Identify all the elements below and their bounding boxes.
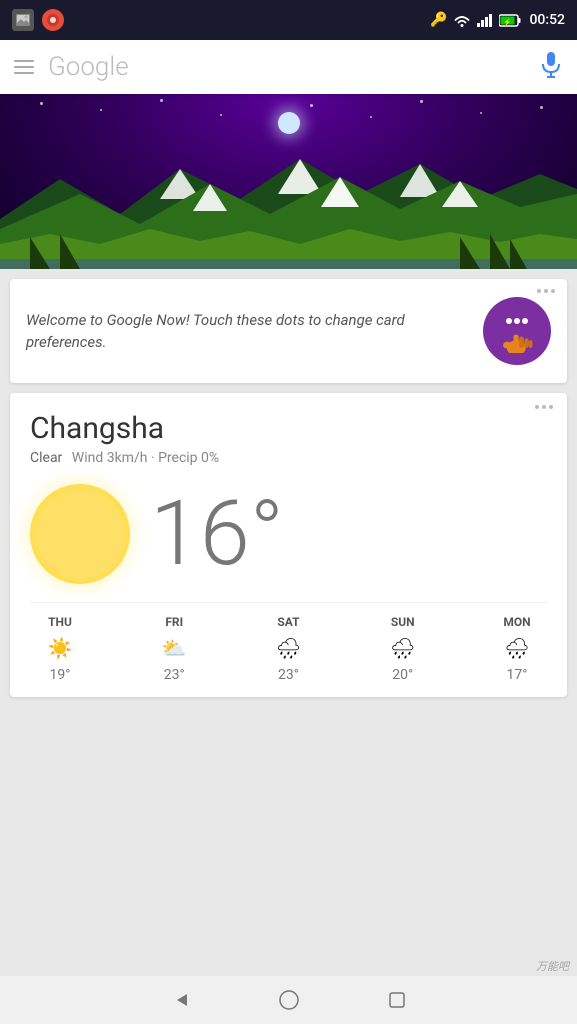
weather-subtitle: Clear Wind 3km/h · Precip 0%	[30, 450, 547, 466]
signal-icon	[477, 13, 493, 27]
weather-main: 16°	[30, 484, 547, 584]
forecast-sat-day: SAT	[277, 615, 299, 629]
weather-temperature: 16°	[150, 489, 284, 579]
forecast-fri-temp: 23°	[164, 667, 185, 683]
forecast-mon: MON 🌧 17°	[487, 615, 547, 683]
google-logo[interactable]: Google	[48, 52, 525, 82]
forecast-thu: THU ☀️ 19°	[30, 615, 90, 683]
svg-text:⚡: ⚡	[503, 17, 512, 26]
weather-city: Changsha	[30, 411, 547, 446]
forecast-mon-day: MON	[503, 615, 530, 629]
welcome-card-menu[interactable]	[537, 289, 555, 293]
forecast-sat-icon: 🌧	[276, 635, 301, 661]
weather-separator: ·	[151, 450, 158, 466]
status-bar-left	[12, 9, 64, 31]
weather-forecast: THU ☀️ 19° FRI ⛅ 23° SAT 🌧 23° SUN 🌧 20°	[30, 602, 547, 683]
forecast-sun-icon: 🌧	[390, 635, 415, 661]
forecast-fri-day: FRI	[165, 615, 183, 629]
recents-button[interactable]	[383, 986, 411, 1014]
gallery-icon	[12, 9, 34, 31]
content-area: Welcome to Google Now! Touch these dots …	[0, 269, 577, 707]
weather-condition: Clear	[30, 450, 62, 466]
mountains-svg	[0, 129, 577, 269]
status-bar: 🔑 ⚡ 00:52	[0, 0, 577, 40]
hero-banner	[0, 94, 577, 269]
nav-bar	[0, 976, 577, 1024]
forecast-mon-temp: 17°	[507, 667, 528, 683]
home-button[interactable]	[275, 986, 303, 1014]
forecast-thu-day: THU	[48, 615, 72, 629]
weather-precip: Precip 0%	[158, 450, 219, 466]
back-button[interactable]	[167, 986, 195, 1014]
forecast-sat-temp: 23°	[278, 667, 299, 683]
forecast-sun-temp: 20°	[392, 667, 413, 683]
weather-wind: Wind 3km/h	[72, 450, 148, 466]
key-icon: 🔑	[430, 12, 447, 28]
welcome-text: Welcome to Google Now! Touch these dots …	[26, 309, 469, 354]
hamburger-icon[interactable]	[14, 60, 34, 74]
forecast-sun-day: SUN	[391, 615, 415, 629]
status-bar-right: 🔑 ⚡ 00:52	[430, 12, 565, 28]
status-time: 00:52	[529, 12, 565, 28]
search-bar: Google	[0, 40, 577, 94]
wifi-icon	[453, 13, 471, 27]
sun-icon	[30, 484, 130, 584]
forecast-fri: FRI ⛅ 23°	[144, 615, 204, 683]
touch-dots-icon[interactable]	[483, 297, 551, 365]
forecast-sat: SAT 🌧 23°	[259, 615, 319, 683]
forecast-sun: SUN 🌧 20°	[373, 615, 433, 683]
watermark: 万能吧	[536, 958, 569, 974]
forecast-fri-icon: ⛅	[162, 635, 187, 661]
weather-card-menu[interactable]	[535, 405, 553, 409]
welcome-card: Welcome to Google Now! Touch these dots …	[10, 279, 567, 383]
forecast-mon-icon: 🌧	[504, 635, 529, 661]
weather-card: Changsha Clear Wind 3km/h · Precip 0% 16…	[10, 393, 567, 697]
forecast-thu-temp: 19°	[50, 667, 71, 683]
battery-icon: ⚡	[499, 14, 521, 27]
taiko-icon	[42, 9, 64, 31]
mic-icon[interactable]	[539, 50, 563, 84]
forecast-thu-icon: ☀️	[48, 635, 73, 661]
